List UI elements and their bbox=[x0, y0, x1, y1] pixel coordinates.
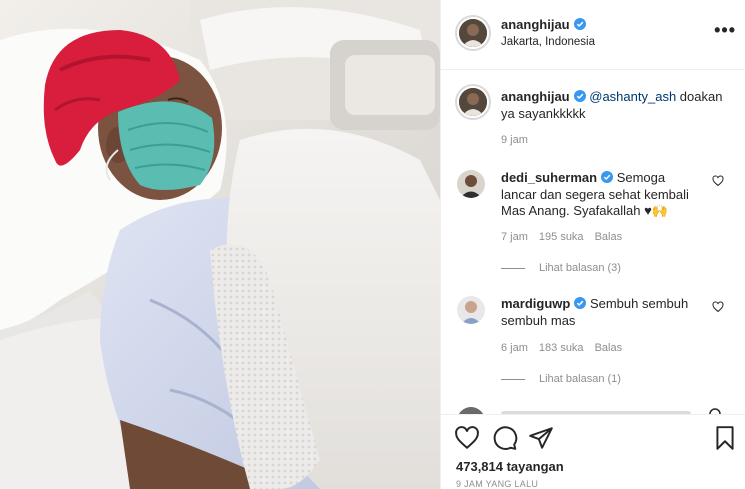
comment-time: 7 jam bbox=[501, 231, 528, 243]
author-name-row: ananghijau bbox=[501, 16, 586, 34]
send-icon[interactable] bbox=[528, 425, 554, 451]
commenter-avatar-image bbox=[457, 296, 485, 324]
comment-like-heart-icon[interactable] bbox=[712, 301, 724, 313]
comment-likes[interactable]: 183 suka bbox=[539, 342, 584, 354]
view-replies-label: Lihat balasan (3) bbox=[539, 262, 621, 274]
post-photo[interactable] bbox=[0, 0, 440, 489]
comment-meta: 7 jam 195 suka Balas bbox=[501, 231, 633, 243]
commenter-avatar[interactable] bbox=[457, 170, 485, 198]
post-location[interactable]: Jakarta, Indonesia bbox=[501, 36, 595, 48]
comment-icon[interactable] bbox=[492, 425, 518, 451]
caption-avatar-image bbox=[459, 88, 487, 116]
view-replies-label: Lihat balasan (1) bbox=[539, 373, 621, 385]
heart-icon[interactable] bbox=[454, 425, 480, 451]
caption-text: ananghijau @ashanty_ash doakan ya sayank… bbox=[501, 88, 731, 122]
view-replies-button[interactable]: Lihat balasan (3) bbox=[501, 262, 621, 274]
author-username[interactable]: ananghijau bbox=[501, 17, 570, 32]
more-options-button[interactable]: ••• bbox=[714, 20, 736, 41]
bookmark-icon[interactable] bbox=[712, 425, 738, 451]
post-sidebar: ananghijau Jakarta, Indonesia ••• anangh… bbox=[440, 0, 745, 489]
commenter-avatar[interactable] bbox=[457, 296, 485, 324]
replies-divider bbox=[501, 378, 525, 380]
post-header: ananghijau Jakarta, Indonesia ••• bbox=[441, 0, 745, 70]
comment-reply-button[interactable]: Balas bbox=[595, 342, 623, 354]
post-timestamp: 9 JAM YANG LALU bbox=[456, 479, 539, 489]
caption-avatar[interactable] bbox=[455, 84, 491, 120]
commenter-avatar-image bbox=[457, 170, 485, 198]
comment-likes[interactable]: 195 suka bbox=[539, 231, 584, 243]
next-comment-cutoff bbox=[458, 407, 721, 414]
comment-username[interactable]: mardiguwp bbox=[501, 296, 570, 311]
author-avatar-image bbox=[459, 19, 487, 47]
comment-text: dedi_suherman Semoga lancar dan segera s… bbox=[501, 170, 701, 220]
comment-time: 6 jam bbox=[501, 342, 528, 354]
comments-list[interactable]: ananghijau @ashanty_ash doakan ya sayank… bbox=[441, 71, 745, 414]
verified-badge-icon bbox=[574, 297, 587, 309]
view-replies-button[interactable]: Lihat balasan (1) bbox=[501, 373, 621, 385]
verified-badge-icon bbox=[601, 171, 614, 183]
comment-like-heart-icon[interactable] bbox=[712, 175, 724, 187]
comment-meta: 6 jam 183 suka Balas bbox=[501, 342, 633, 354]
caption-mention[interactable]: @ashanty_ash bbox=[589, 89, 676, 104]
verified-badge-icon bbox=[573, 18, 586, 30]
author-avatar[interactable] bbox=[455, 15, 491, 51]
comment-reply-button[interactable]: Balas bbox=[595, 231, 623, 243]
caption-username[interactable]: ananghijau bbox=[501, 89, 570, 104]
post-actions: 473,814 tayangan 9 JAM YANG LALU bbox=[441, 414, 745, 489]
comment-text: mardiguwp Sembuh sembuh sembuh mas bbox=[501, 296, 701, 329]
verified-badge-icon bbox=[573, 90, 586, 102]
comment-username[interactable]: dedi_suherman bbox=[501, 170, 597, 185]
hospital-patient-image bbox=[0, 0, 440, 489]
view-count[interactable]: 473,814 tayangan bbox=[456, 459, 564, 474]
replies-divider bbox=[501, 267, 525, 269]
caption-time: 9 jam bbox=[501, 134, 528, 146]
